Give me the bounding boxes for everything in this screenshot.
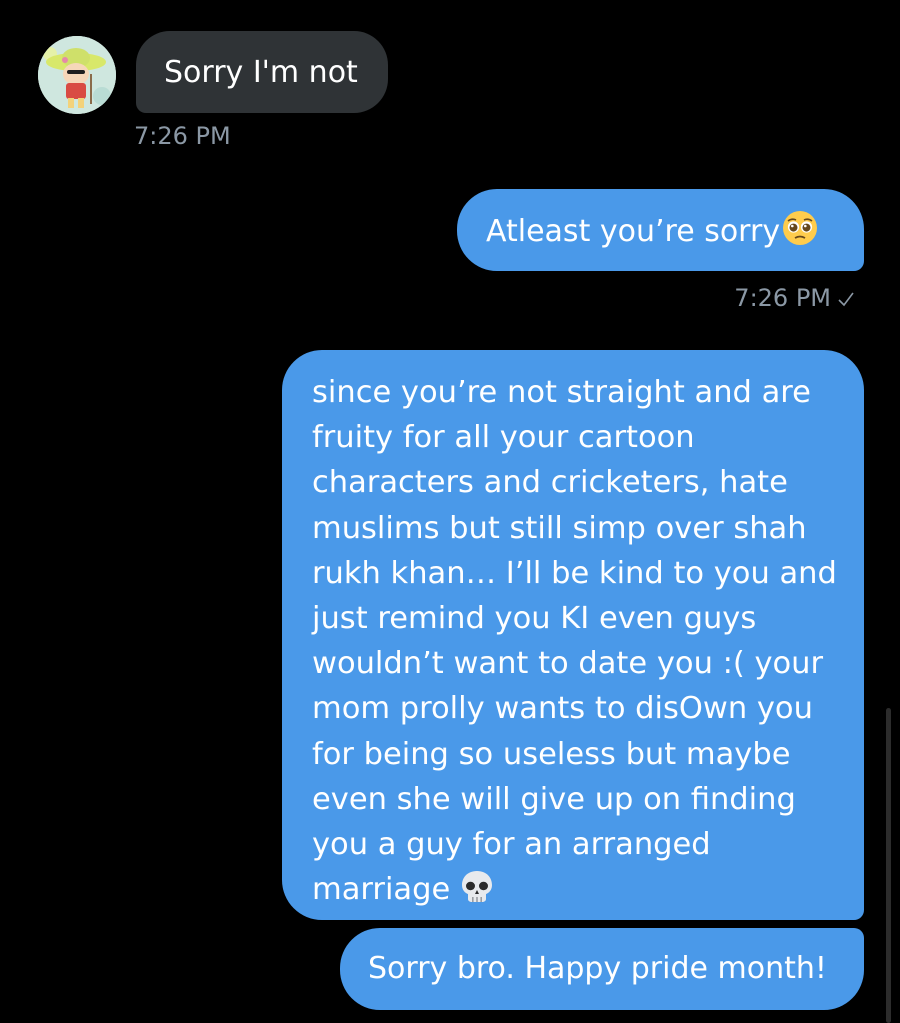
check-icon (838, 292, 854, 307)
skull-emoji-icon (462, 871, 493, 903)
message-bubble-sent[interactable]: Sorry bro. Happy pride month! (340, 928, 864, 1010)
message-bubble-sent[interactable]: Atleast you’re sorry (457, 189, 864, 271)
message-text: Atleast you’re sorry (486, 214, 781, 249)
dm-conversation: Sorry I'm not 7:26 PM Atleast you’re sor… (0, 0, 900, 1023)
timestamp-text: 7:26 PM (734, 284, 831, 312)
message-text: Sorry bro. Happy pride month! (368, 951, 827, 986)
message-text: Sorry I'm not (164, 55, 358, 90)
message-timestamp: 7:26 PM (734, 283, 855, 313)
avatar[interactable] (38, 36, 116, 114)
cartoon-avatar-icon (38, 36, 116, 114)
message-text: since you’re not straight and are fruity… (312, 375, 837, 908)
message-bubble-sent[interactable]: since you’re not straight and are fruity… (282, 350, 864, 920)
message-bubble-received[interactable]: Sorry I'm not (136, 31, 388, 113)
pleading-face-emoji-icon (783, 211, 818, 245)
message-timestamp: 7:26 PM (134, 122, 231, 150)
scrollbar[interactable] (886, 708, 891, 1023)
